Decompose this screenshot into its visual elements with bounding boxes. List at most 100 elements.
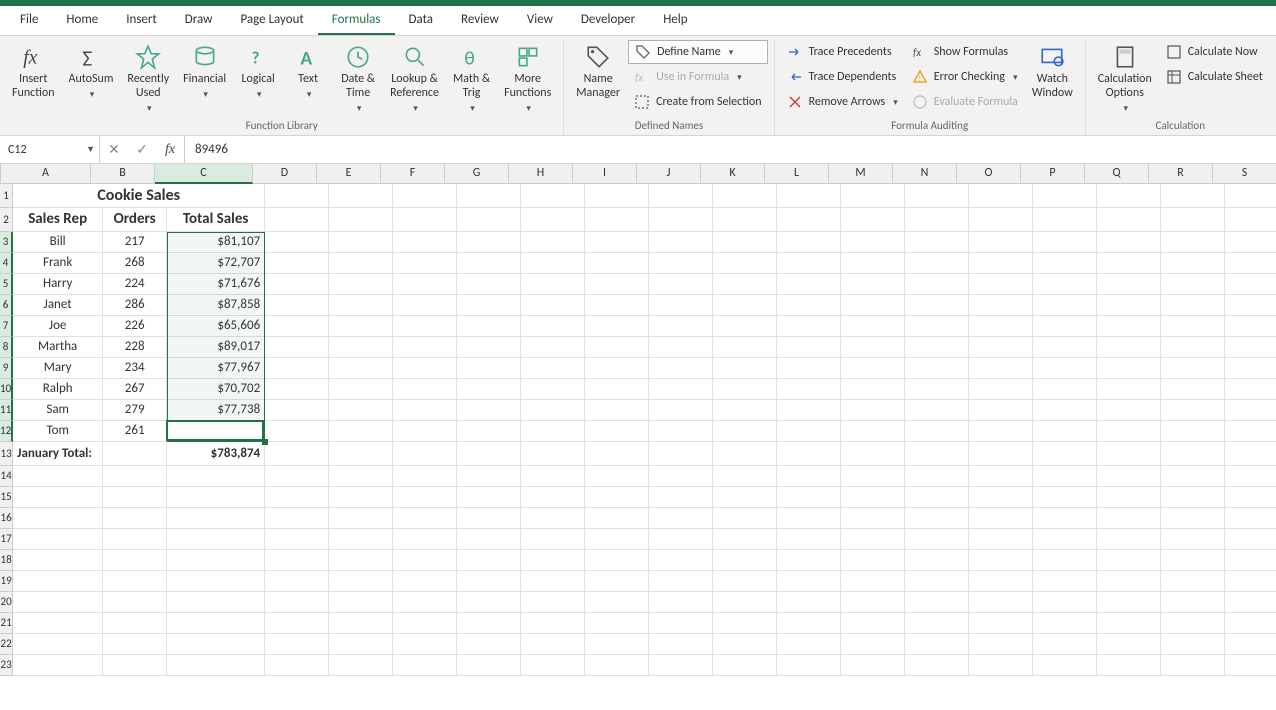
cell[interactable] xyxy=(969,613,1033,634)
row-header-12[interactable]: 12 xyxy=(0,421,13,442)
cell[interactable] xyxy=(905,508,969,529)
cell[interactable] xyxy=(841,316,905,337)
cell[interactable]: Martha xyxy=(13,337,103,358)
cell[interactable] xyxy=(13,529,103,550)
cell[interactable] xyxy=(713,184,777,208)
cell[interactable] xyxy=(841,655,905,676)
cell[interactable] xyxy=(1161,613,1225,634)
column-header-H[interactable]: H xyxy=(509,164,573,184)
cell[interactable] xyxy=(969,208,1033,232)
cell[interactable] xyxy=(457,487,521,508)
row-header-22[interactable]: 22 xyxy=(0,634,13,655)
cell[interactable] xyxy=(585,274,649,295)
cell[interactable] xyxy=(457,208,521,232)
cell[interactable] xyxy=(1033,592,1097,613)
cell[interactable] xyxy=(649,295,713,316)
cell[interactable] xyxy=(103,550,167,571)
cell[interactable] xyxy=(1161,274,1225,295)
cell[interactable] xyxy=(1161,316,1225,337)
cell[interactable] xyxy=(969,184,1033,208)
cell[interactable] xyxy=(103,592,167,613)
tab-formulas[interactable]: Formulas xyxy=(318,6,395,35)
cell[interactable] xyxy=(1225,379,1276,400)
cell[interactable] xyxy=(103,487,167,508)
cell[interactable] xyxy=(969,592,1033,613)
cell[interactable] xyxy=(649,400,713,421)
cell[interactable] xyxy=(329,442,393,466)
enter-formula-button[interactable]: ✓ xyxy=(128,141,156,158)
calculation-options-button[interactable]: Calculation Options ▾ xyxy=(1092,40,1158,116)
cell[interactable]: $89,017 xyxy=(167,337,265,358)
cell[interactable] xyxy=(167,466,265,487)
cell[interactable] xyxy=(969,274,1033,295)
cell[interactable] xyxy=(713,529,777,550)
cell[interactable] xyxy=(585,508,649,529)
cell[interactable] xyxy=(969,529,1033,550)
cell[interactable] xyxy=(1161,571,1225,592)
cell[interactable] xyxy=(649,550,713,571)
cell[interactable] xyxy=(777,208,841,232)
cell[interactable] xyxy=(521,232,585,253)
cell[interactable] xyxy=(1161,184,1225,208)
cell[interactable] xyxy=(329,634,393,655)
cell[interactable] xyxy=(1033,634,1097,655)
cell[interactable]: 226 xyxy=(103,316,167,337)
cell[interactable] xyxy=(1097,571,1161,592)
cell[interactable] xyxy=(969,655,1033,676)
cell[interactable] xyxy=(393,529,457,550)
cell[interactable] xyxy=(841,613,905,634)
cell[interactable]: Sales Rep xyxy=(13,208,103,232)
cell[interactable] xyxy=(1225,400,1276,421)
cell[interactable] xyxy=(521,466,585,487)
cell[interactable] xyxy=(167,592,265,613)
cancel-formula-button[interactable]: ✕ xyxy=(100,141,128,158)
cell[interactable] xyxy=(969,508,1033,529)
watch-window-button[interactable]: Watch Window xyxy=(1026,40,1079,116)
cell[interactable] xyxy=(1161,400,1225,421)
cell[interactable] xyxy=(649,358,713,379)
row-header-10[interactable]: 10 xyxy=(0,379,13,400)
column-header-A[interactable]: A xyxy=(1,164,91,184)
cell[interactable] xyxy=(329,208,393,232)
cell[interactable] xyxy=(1161,442,1225,466)
cell[interactable] xyxy=(329,232,393,253)
cell[interactable] xyxy=(1097,487,1161,508)
row-header-13[interactable]: 13 xyxy=(0,442,13,466)
cell[interactable] xyxy=(1225,274,1276,295)
cell[interactable] xyxy=(1033,184,1097,208)
cell[interactable] xyxy=(905,184,969,208)
logical-button[interactable]: ? Logical ▾ xyxy=(234,40,282,116)
column-header-G[interactable]: G xyxy=(445,164,509,184)
cell[interactable] xyxy=(969,253,1033,274)
cell[interactable]: January Total: xyxy=(13,442,103,466)
cell[interactable]: 279 xyxy=(103,400,167,421)
cell[interactable] xyxy=(393,592,457,613)
cell[interactable]: Bill xyxy=(13,232,103,253)
cell[interactable]: 286 xyxy=(103,295,167,316)
cell[interactable] xyxy=(649,232,713,253)
cell[interactable] xyxy=(393,337,457,358)
cell[interactable] xyxy=(457,571,521,592)
cell[interactable] xyxy=(777,295,841,316)
cell[interactable] xyxy=(777,508,841,529)
cell[interactable] xyxy=(329,379,393,400)
cell[interactable] xyxy=(1033,400,1097,421)
cell[interactable] xyxy=(457,253,521,274)
cell[interactable] xyxy=(649,253,713,274)
cell[interactable] xyxy=(713,508,777,529)
cell[interactable] xyxy=(713,295,777,316)
cell[interactable] xyxy=(265,592,329,613)
cell[interactable] xyxy=(393,208,457,232)
cell[interactable] xyxy=(649,529,713,550)
name-box[interactable]: C12 ▼ xyxy=(0,136,100,163)
cell[interactable] xyxy=(1161,379,1225,400)
cell[interactable] xyxy=(713,379,777,400)
cell[interactable] xyxy=(905,379,969,400)
cell[interactable] xyxy=(905,232,969,253)
cell[interactable] xyxy=(585,466,649,487)
cell[interactable] xyxy=(329,487,393,508)
column-header-S[interactable]: S xyxy=(1213,164,1276,184)
cell[interactable] xyxy=(103,529,167,550)
cell[interactable] xyxy=(329,421,393,442)
cell[interactable] xyxy=(649,316,713,337)
